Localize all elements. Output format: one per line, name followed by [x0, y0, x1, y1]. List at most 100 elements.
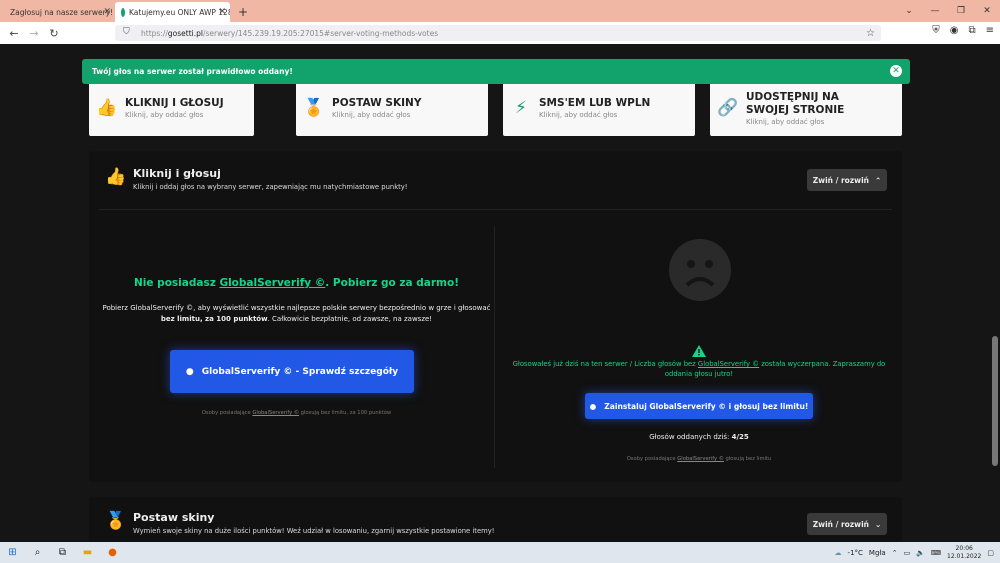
- download-heading: Nie posiadasz GlobalServerify ©. Pobierz…: [99, 277, 494, 289]
- firefox-icon[interactable]: ●: [100, 547, 125, 558]
- network-icon[interactable]: ▭: [904, 549, 911, 557]
- site-favicon-icon: [121, 7, 125, 17]
- section-subtitle: Kliknij i oddaj głos na wybrany serwer, …: [133, 183, 408, 191]
- info-icon: ●: [185, 366, 194, 377]
- close-tab-icon[interactable]: ✕: [218, 7, 226, 17]
- url-bar[interactable]: ⛉ https://gosetti.pl/serwery/145.239.19.…: [115, 25, 881, 41]
- description-rest: . Całkowicie bezpłatnie, od zawsze, na z…: [267, 315, 433, 323]
- warning-icon: [692, 342, 706, 357]
- vote-method-card-click[interactable]: 👍 KLIKNIJ I GŁOSUJ Kliknij, aby oddać gło…: [89, 80, 254, 136]
- vote-limit-message: Głosowałeś już dziś na ten serwer / Licz…: [504, 359, 894, 379]
- file-explorer-icon[interactable]: ▬: [75, 547, 100, 558]
- card-subtitle: Kliknij, aby oddać głos: [125, 111, 204, 119]
- language-icon[interactable]: ⌨: [931, 549, 941, 557]
- section-subtitle: Wymień swoje skiny na duże ilości punktó…: [133, 527, 495, 535]
- card-title: SMS'EM LUB WPLN: [539, 97, 651, 109]
- alert-message: Twój głos na serwer został prawidłowo od…: [92, 67, 293, 76]
- button-label: GlobalServerify © - Sprawdź szczegóły: [201, 366, 399, 377]
- card-subtitle: Kliknij, aby oddać głos: [332, 111, 411, 119]
- card-title: KLIKNIJ I GŁOSUJ: [125, 97, 224, 109]
- scrollbar-thumb[interactable]: [992, 336, 998, 466]
- window-controls: ⌄ — ❐ ✕: [896, 0, 1000, 22]
- globalserverify-link[interactable]: GlobalServerify ©: [219, 277, 325, 289]
- card-subtitle: Kliknij, aby oddać głos: [746, 117, 825, 126]
- maximize-icon[interactable]: ❐: [948, 6, 974, 16]
- section-click-vote: 👍 Kliknij i głosuj Kliknij i oddaj głos n…: [89, 151, 902, 482]
- close-tab-icon[interactable]: ✕: [103, 7, 111, 17]
- vote-method-card-skins[interactable]: 🏅 POSTAW SKINY Kliknij, aby oddać głos: [296, 80, 488, 136]
- task-view-icon[interactable]: ⧉: [50, 547, 75, 558]
- minimize-icon[interactable]: —: [922, 6, 948, 16]
- right-note: Osoby posiadające GlobalServerify © głos…: [504, 456, 894, 462]
- new-tab-icon[interactable]: +: [230, 2, 256, 22]
- url-host: gosetti.pl: [167, 28, 203, 38]
- bookmark-star-icon[interactable]: ☆: [866, 28, 875, 39]
- warn-text: Głosowałeś już dziś na ten serwer / Licz…: [512, 360, 698, 368]
- section-title: Kliknij i głosuj: [133, 167, 221, 180]
- success-alert: Twój głos na serwer został prawidłowo od…: [82, 59, 910, 84]
- vote-method-card-sms[interactable]: ⚡ SMS'EM LUB WPLN Kliknij, aby oddać głos: [503, 80, 695, 136]
- account-icon[interactable]: ◉: [950, 25, 959, 36]
- button-label: Zainstaluj GlobalServerify © i głosuj be…: [604, 401, 809, 411]
- card-title: POSTAW SKINY: [332, 97, 422, 109]
- chevron-down-icon[interactable]: ⌄: [896, 6, 922, 16]
- collapse-toggle-button[interactable]: Zwiń / rozwiń ⌄: [807, 513, 887, 535]
- page-scrollbar[interactable]: [990, 44, 1000, 542]
- note-text: Osoby posiadające: [201, 410, 253, 416]
- shield-icon: ⛉: [123, 27, 130, 37]
- chevron-up-icon[interactable]: ⌃: [892, 549, 898, 557]
- left-column: Nie posiadasz GlobalServerify ©. Pobierz…: [99, 277, 494, 325]
- section-skins: 🏅 Postaw skiny Wymień swoje skiny na duże…: [89, 497, 902, 542]
- lightning-icon: ⚡: [515, 98, 527, 118]
- windows-taskbar: ⊞ ⌕ ⧉ ▬ ● ☁ -1°C Mgła ⌃ ▭ 🔈 ⌨ 20:06 12.01…: [0, 542, 1000, 563]
- description-bold: bez limitu, za 100 punktów: [160, 315, 268, 323]
- heading-text: . Pobierz go za darmo!: [325, 277, 459, 289]
- browser-tab-active[interactable]: Katujemy.eu ONLY AWP 128TI ✕: [115, 2, 230, 22]
- description-text-2: bez limitu, za 100 punktów. Całkowicie b…: [99, 314, 494, 325]
- column-divider: [494, 226, 495, 468]
- pocket-icon[interactable]: ⛨: [932, 25, 940, 36]
- section-title: Postaw skiny: [133, 511, 215, 524]
- thumbs-up-icon: 👍: [96, 98, 118, 118]
- check-details-button[interactable]: ● GlobalServerify © - Sprawdź szczegóły: [170, 350, 414, 393]
- forward-icon[interactable]: →: [24, 27, 44, 40]
- weather-icon: ☁: [834, 548, 842, 557]
- url-prefix: https://: [141, 28, 168, 38]
- notifications-icon[interactable]: ▢: [987, 549, 994, 557]
- close-alert-icon[interactable]: ✕: [890, 65, 902, 77]
- toggle-label: Zwiń / rozwiń: [812, 519, 869, 529]
- heading-text: Nie posiadasz: [134, 277, 220, 289]
- award-icon: 🏅: [303, 98, 325, 118]
- card-title: UDOSTĘPNIJ NA: [746, 90, 839, 103]
- menu-icon[interactable]: ≡: [986, 25, 994, 36]
- reload-icon[interactable]: ↻: [44, 27, 64, 40]
- globalserverify-link[interactable]: GlobalServerify ©: [252, 410, 299, 416]
- temperature[interactable]: -1°C: [848, 549, 863, 557]
- toggle-label: Zwiń / rozwiń: [812, 175, 869, 185]
- close-window-icon[interactable]: ✕: [974, 6, 1000, 16]
- collapse-toggle-button[interactable]: Zwiń / rozwiń ⌃: [807, 169, 887, 191]
- chevron-down-icon: ⌄: [875, 519, 882, 529]
- search-icon[interactable]: ⌕: [25, 547, 50, 558]
- extensions-icon[interactable]: ⧉: [968, 25, 975, 36]
- clock-date: 12.01.2022: [947, 552, 982, 560]
- link-icon: 🔗: [717, 98, 739, 118]
- browser-tab[interactable]: Zagłosuj na nasze serwery! - Se ✕: [0, 2, 115, 22]
- card-title: SWOJEJ STRONIE: [746, 103, 845, 116]
- clock[interactable]: 20:06 12.01.2022: [947, 545, 981, 561]
- weather-condition[interactable]: Mgła: [869, 549, 886, 557]
- globalserverify-link[interactable]: GlobalServerify ©: [698, 360, 759, 368]
- volume-icon[interactable]: 🔈: [916, 549, 925, 557]
- warn-text-2: oddania głosu jutro!: [664, 370, 734, 378]
- award-icon: 🏅: [105, 511, 127, 531]
- votes-label: Głosów oddanych dziś:: [649, 433, 732, 441]
- back-icon[interactable]: ←: [4, 27, 24, 40]
- card-subtitle: Kliknij, aby oddać głos: [539, 111, 618, 119]
- note-text: głosują bez limitu, za 100 punktów: [299, 410, 392, 416]
- divider: [99, 209, 892, 210]
- windows-start-icon[interactable]: ⊞: [0, 547, 25, 558]
- globalserverify-link[interactable]: GlobalServerify ©: [677, 456, 724, 462]
- vote-method-card-share[interactable]: 🔗 UDOSTĘPNIJ NA SWOJEJ STRONIE Kliknij, ab…: [710, 80, 902, 136]
- install-globalserverify-button[interactable]: ● Zainstaluj GlobalServerify © i głosuj b…: [585, 393, 813, 419]
- browser-nav-bar: ← → ↻ ⛉ https://gosetti.pl/serwery/145.2…: [0, 22, 1000, 44]
